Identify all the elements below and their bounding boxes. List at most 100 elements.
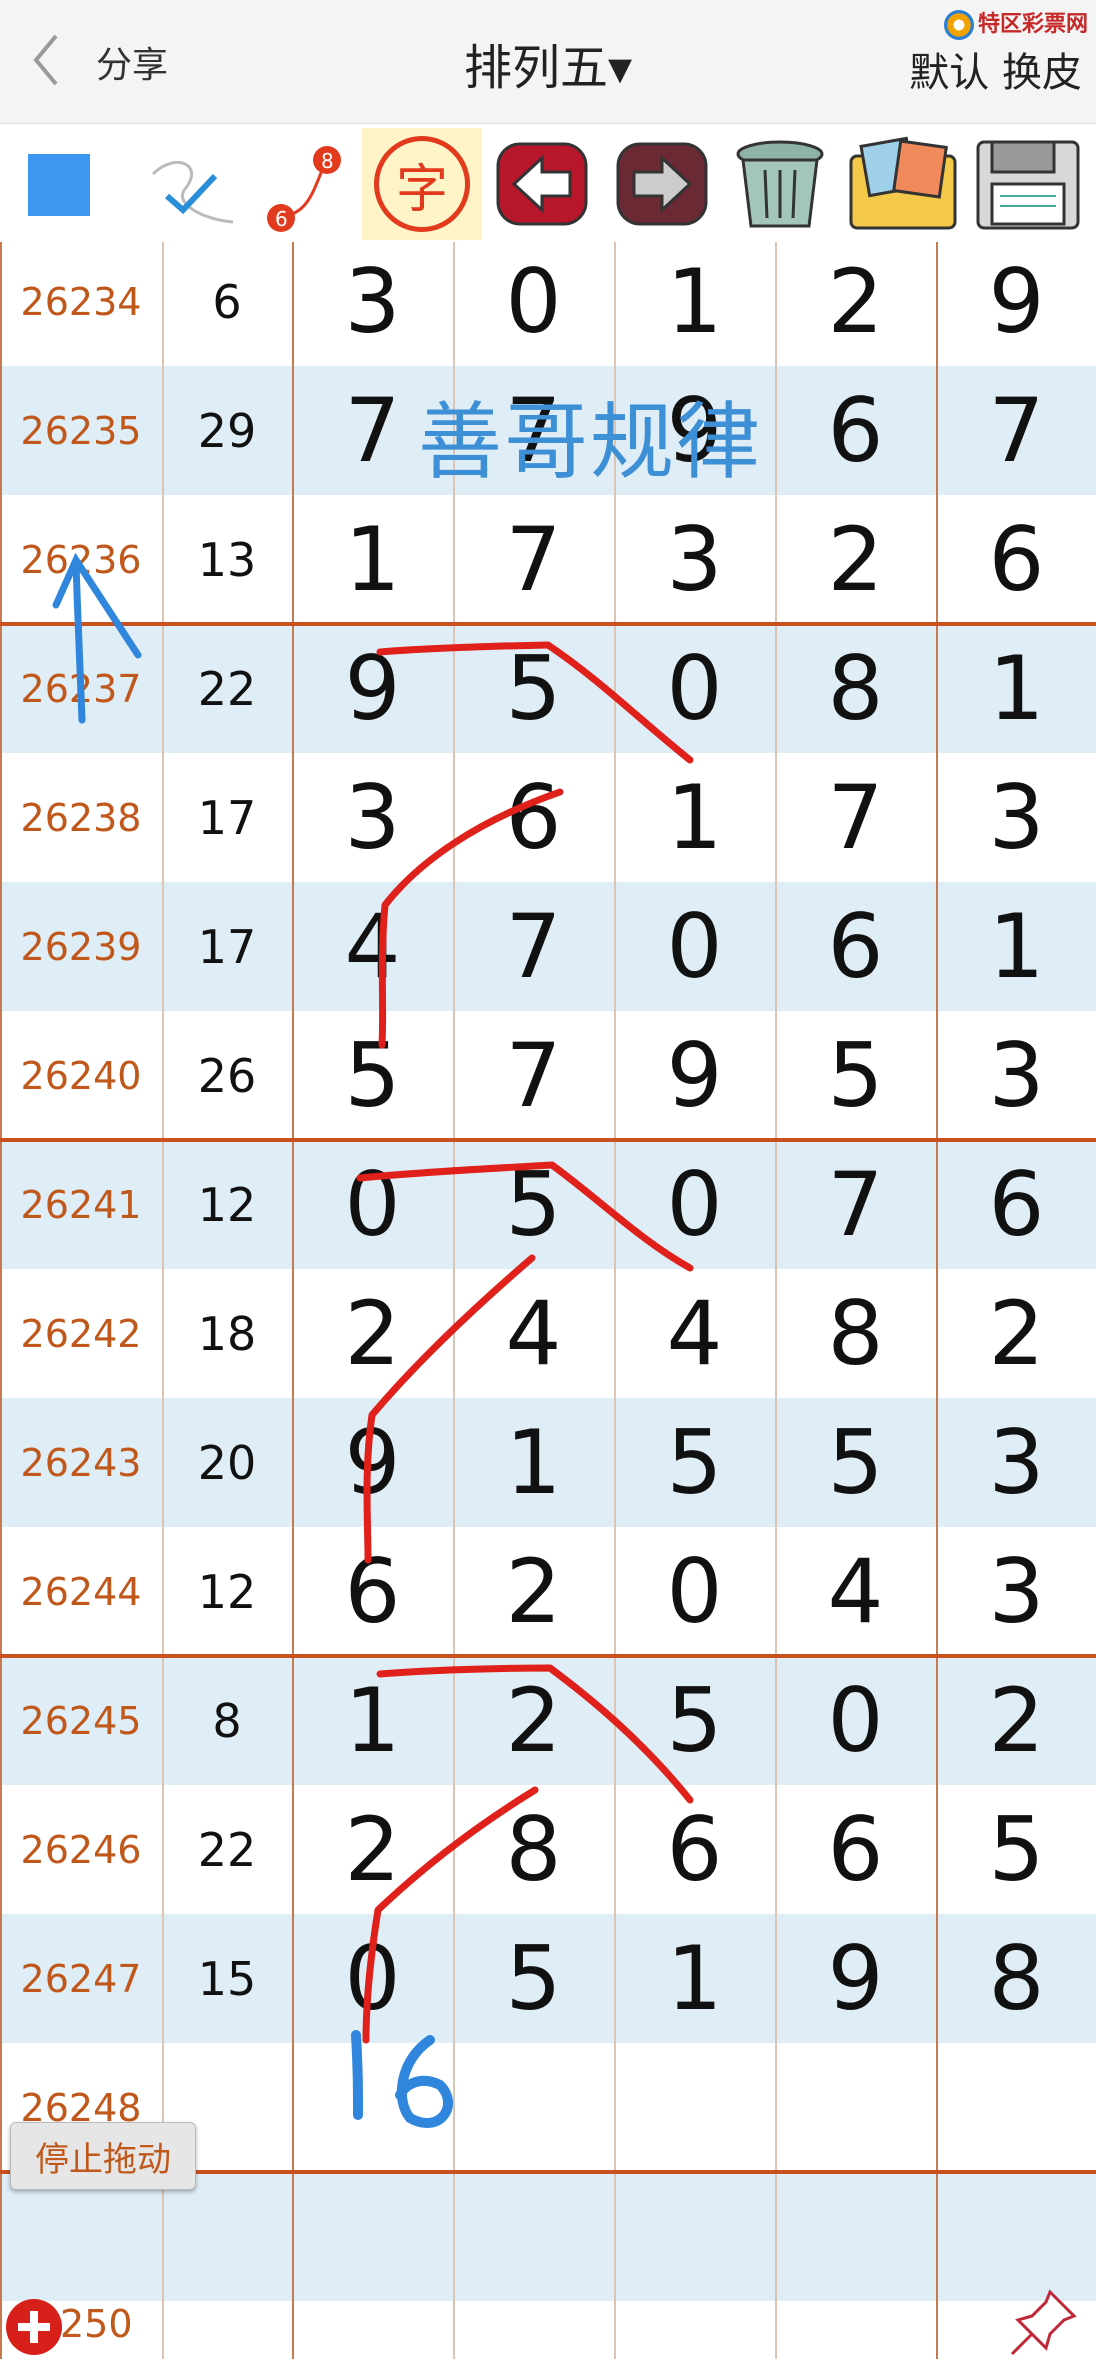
digit-cell[interactable]: 6 xyxy=(936,495,1096,624)
check-pen-icon[interactable] xyxy=(145,134,240,234)
table-row[interactable]: 26241 12 0 5 0 7 6 xyxy=(0,1140,1096,1269)
table-row[interactable]: 26246 22 2 8 6 6 5 xyxy=(0,1785,1096,1914)
digit-cell[interactable]: 8 xyxy=(775,624,936,753)
digit-cell[interactable]: 3 xyxy=(936,1011,1096,1140)
digit-cell[interactable]: 3 xyxy=(936,1398,1096,1527)
digit-cell[interactable]: 0 xyxy=(453,242,614,366)
digit-cell[interactable]: 7 xyxy=(453,495,614,624)
digit-cell[interactable]: 1 xyxy=(292,495,453,624)
digit-cell[interactable]: 3 xyxy=(614,495,775,624)
digit-cell[interactable]: 6 xyxy=(453,753,614,882)
digit-cell[interactable]: 7 xyxy=(775,753,936,882)
digit-cell[interactable] xyxy=(775,2043,936,2172)
table-row[interactable]: 26242 18 2 4 4 8 2 xyxy=(0,1269,1096,1398)
digit-cell[interactable]: 9 xyxy=(292,1398,453,1527)
digit-cell[interactable] xyxy=(453,2172,614,2301)
digit-cell[interactable]: 5 xyxy=(775,1011,936,1140)
digit-cell[interactable] xyxy=(453,2301,614,2359)
blue-square-icon[interactable] xyxy=(28,154,90,216)
digit-cell[interactable]: 1 xyxy=(936,624,1096,753)
zi-character-icon[interactable]: 字 xyxy=(362,128,482,240)
forward-arrow-icon[interactable] xyxy=(612,134,712,234)
digit-cell[interactable]: 0 xyxy=(292,1140,453,1269)
digit-cell[interactable]: 3 xyxy=(936,753,1096,882)
digit-cell[interactable]: 5 xyxy=(614,1656,775,1785)
table-row[interactable] xyxy=(0,2172,1096,2301)
digit-cell[interactable]: 7 xyxy=(775,1140,936,1269)
digit-cell[interactable]: 2 xyxy=(775,242,936,366)
digit-cell[interactable]: 4 xyxy=(614,1269,775,1398)
results-table[interactable]: 26234 6 3 0 1 2 9 26235 29 7 7 9 6 7 26236 13 1 7 3 2 6 26237… xyxy=(0,242,1096,2359)
digit-cell[interactable]: 2 xyxy=(936,1269,1096,1398)
digit-cell[interactable] xyxy=(614,2172,775,2301)
digit-cell[interactable]: 2 xyxy=(775,495,936,624)
digit-cell[interactable] xyxy=(775,2172,936,2301)
digit-cell[interactable]: 5 xyxy=(936,1785,1096,1914)
digit-cell[interactable]: 7 xyxy=(453,882,614,1011)
pin-icon[interactable] xyxy=(1006,2286,1080,2360)
digit-cell[interactable]: 4 xyxy=(292,882,453,1011)
digit-cell[interactable]: 6 xyxy=(775,366,936,495)
trash-icon[interactable] xyxy=(725,134,835,234)
digit-cell[interactable]: 6 xyxy=(292,1527,453,1656)
line-6-8-icon[interactable]: 6 8 xyxy=(255,134,355,234)
digit-cell[interactable]: 4 xyxy=(775,1527,936,1656)
digit-cell[interactable]: 3 xyxy=(292,753,453,882)
digit-cell[interactable]: 1 xyxy=(292,1656,453,1785)
table-row[interactable]: 26245 8 1 2 5 0 2 xyxy=(0,1656,1096,1785)
digit-cell[interactable]: 6 xyxy=(614,1785,775,1914)
digit-cell[interactable] xyxy=(292,2043,453,2172)
digit-cell[interactable]: 5 xyxy=(292,1011,453,1140)
digit-cell[interactable]: 8 xyxy=(775,1269,936,1398)
digit-cell[interactable]: 7 xyxy=(453,1011,614,1140)
add-icon[interactable] xyxy=(4,2297,64,2357)
table-row[interactable]: 26240 26 5 7 9 5 3 xyxy=(0,1011,1096,1140)
table-row[interactable]: 26236 13 1 7 3 2 6 xyxy=(0,495,1096,624)
table-row[interactable]: 26244 12 6 2 0 4 3 xyxy=(0,1527,1096,1656)
table-row[interactable]: 26237 22 9 5 0 8 1 xyxy=(0,624,1096,753)
digit-cell[interactable]: 0 xyxy=(614,882,775,1011)
digit-cell[interactable]: 9 xyxy=(936,242,1096,366)
digit-cell[interactable]: 0 xyxy=(614,1140,775,1269)
digit-cell[interactable]: 9 xyxy=(292,624,453,753)
skin-switch-button[interactable]: 默认 换皮 xyxy=(909,40,1082,98)
digit-cell[interactable]: 6 xyxy=(775,1785,936,1914)
digit-cell[interactable]: 2 xyxy=(453,1527,614,1656)
digit-cell[interactable] xyxy=(936,2043,1096,2172)
digit-cell[interactable]: 4 xyxy=(453,1269,614,1398)
digit-cell[interactable]: 8 xyxy=(453,1785,614,1914)
save-disk-icon[interactable] xyxy=(970,134,1085,234)
digit-cell[interactable]: 8 xyxy=(936,1914,1096,2043)
digit-cell[interactable]: 0 xyxy=(775,1656,936,1785)
digit-cell[interactable]: 3 xyxy=(292,242,453,366)
digit-cell[interactable]: 6 xyxy=(936,1140,1096,1269)
digit-cell[interactable]: 0 xyxy=(614,624,775,753)
table-row[interactable]: 26234 6 3 0 1 2 9 xyxy=(0,242,1096,366)
digit-cell[interactable]: 5 xyxy=(775,1398,936,1527)
digit-cell[interactable]: 9 xyxy=(775,1914,936,2043)
digit-cell[interactable]: 2 xyxy=(292,1785,453,1914)
digit-cell[interactable]: 2 xyxy=(936,1656,1096,1785)
photos-icon[interactable] xyxy=(845,134,960,234)
digit-cell[interactable]: 5 xyxy=(453,1914,614,2043)
digit-cell[interactable]: 1 xyxy=(453,1398,614,1527)
digit-cell[interactable]: 6 xyxy=(775,882,936,1011)
digit-cell[interactable]: 1 xyxy=(614,753,775,882)
stop-drag-button[interactable]: 停止拖动 xyxy=(10,2122,196,2190)
digit-cell[interactable]: 0 xyxy=(614,1527,775,1656)
table-row[interactable]: 26243 20 9 1 5 5 3 xyxy=(0,1398,1096,1527)
table-row[interactable]: 26247 15 0 5 1 9 8 xyxy=(0,1914,1096,2043)
digit-cell[interactable]: 9 xyxy=(614,1011,775,1140)
digit-cell[interactable] xyxy=(614,2301,775,2359)
digit-cell[interactable] xyxy=(614,2043,775,2172)
digit-cell[interactable]: 2 xyxy=(292,1269,453,1398)
digit-cell[interactable] xyxy=(775,2301,936,2359)
digit-cell[interactable]: 7 xyxy=(936,366,1096,495)
digit-cell[interactable]: 5 xyxy=(453,624,614,753)
digit-cell[interactable]: 5 xyxy=(614,1398,775,1527)
digit-cell[interactable]: 1 xyxy=(936,882,1096,1011)
digit-cell[interactable]: 5 xyxy=(453,1140,614,1269)
digit-cell[interactable] xyxy=(292,2301,453,2359)
digit-cell[interactable]: 2 xyxy=(453,1656,614,1785)
digit-cell[interactable]: 3 xyxy=(936,1527,1096,1656)
